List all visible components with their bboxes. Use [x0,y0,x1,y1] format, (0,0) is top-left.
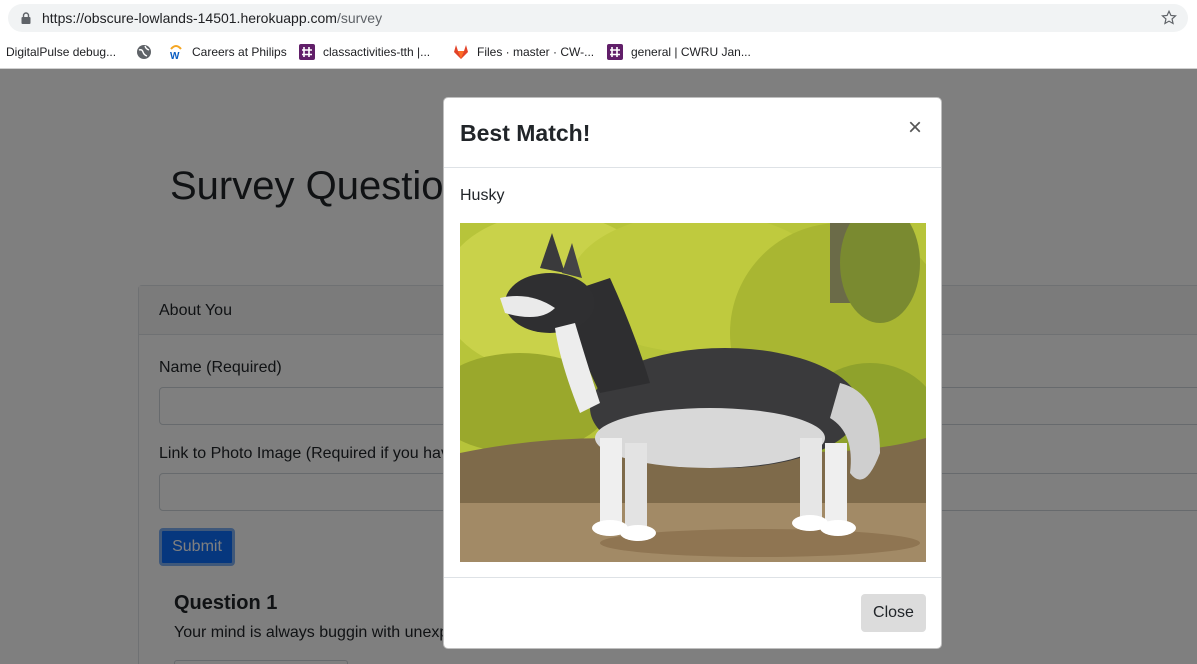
bookmark-item[interactable] [136,42,160,62]
close-button[interactable]: Close [861,594,926,632]
modal-header: Best Match! × [444,98,941,168]
bookmark-item[interactable]: DigitalPulse debug... [6,42,116,62]
best-match-modal: Best Match! × Husky Close [443,97,942,649]
close-icon[interactable]: × [905,114,925,141]
bookmark-label: Careers at Philips [192,45,287,59]
match-name: Husky [460,187,505,204]
bookmark-item[interactable]: Files · master · CW-... [453,42,594,62]
bookmark-item[interactable]: general | CWRU Jan... [607,42,751,62]
modal-footer: Close [444,577,941,648]
bookmark-label: Files · master · CW-... [477,45,595,59]
omnibox[interactable]: https://obscure-lowlands-14501.herokuapp… [8,4,1188,32]
bookmarks-bar: DigitalPulse debug... W Careers at Phili… [0,36,1197,69]
address-bar-row: https://obscure-lowlands-14501.herokuapp… [0,0,1197,36]
workday-icon: W [170,45,182,60]
modal-title: Best Match! [460,120,591,146]
url-text[interactable]: https://obscure-lowlands-14501.herokuapp… [42,10,382,26]
globe-icon [137,45,151,59]
bookmark-label: DigitalPulse debug... [6,45,117,59]
slack-icon [607,44,623,60]
bookmark-label: general | CWRU Jan... [631,45,751,59]
gitlab-icon [454,45,468,59]
svg-text:W: W [170,51,180,60]
bookmark-item[interactable]: classactivities-tth |... [299,42,430,62]
lock-icon [21,12,31,24]
bookmark-star-icon[interactable] [1160,9,1178,27]
slack-icon [299,44,315,60]
husky-photo [460,223,926,562]
bookmark-item[interactable]: W Careers at Philips [168,42,287,62]
bookmark-label: classactivities-tth |... [323,45,431,59]
